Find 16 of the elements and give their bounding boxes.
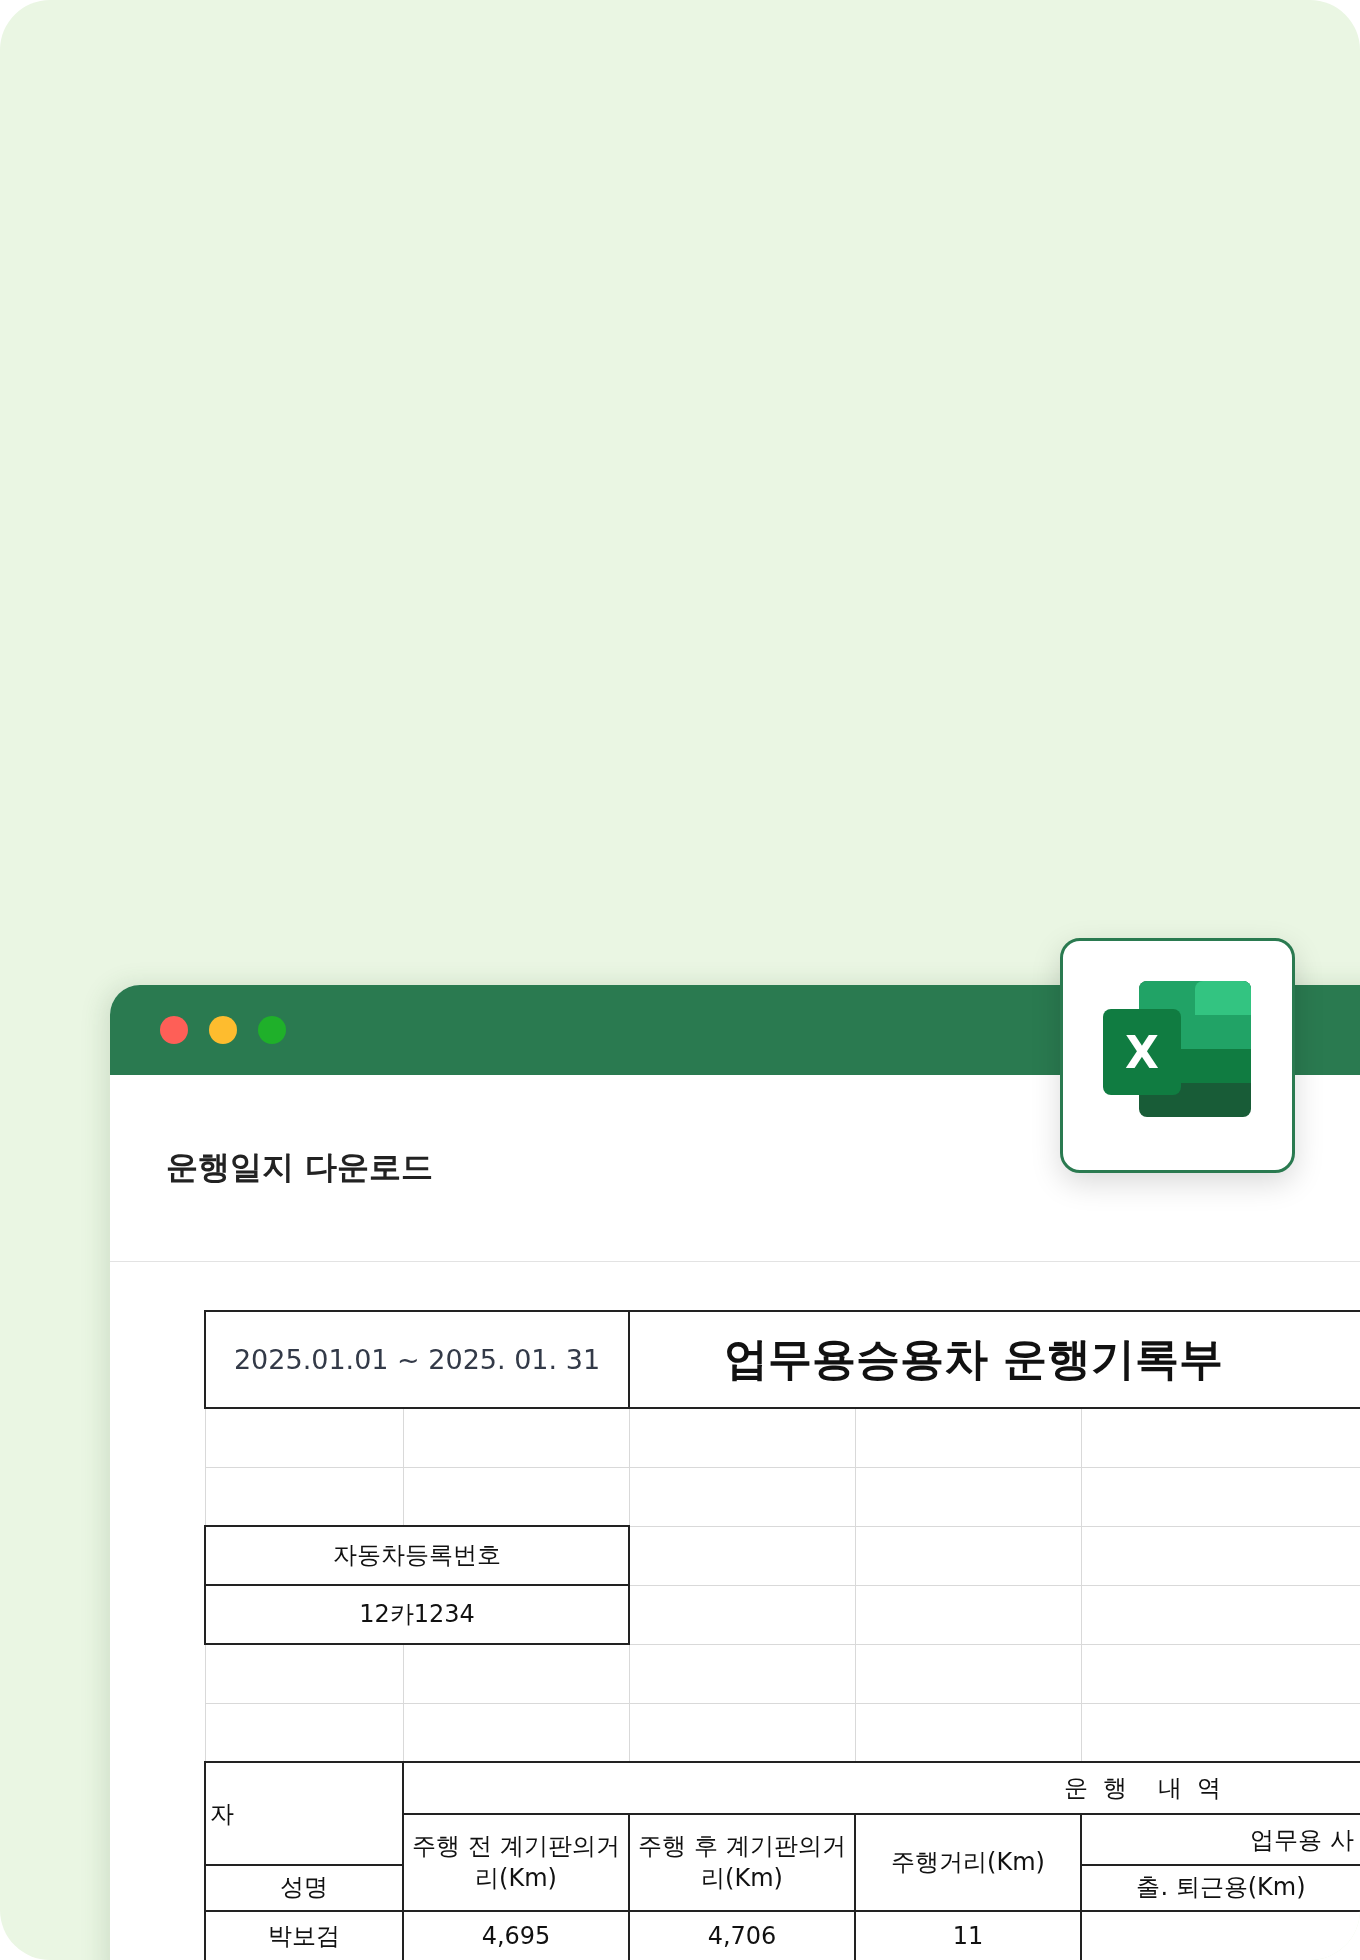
table-header-cell: 주행 후 계기판의거리(Km)	[629, 1814, 855, 1911]
spreadsheet-app-icon: X	[1060, 938, 1295, 1173]
window-title: 운행일지 다운로드	[166, 1147, 434, 1188]
table-header-cell: 주행 전 계기판의거리(Km)	[403, 1814, 629, 1911]
minimize-button[interactable]	[209, 1016, 237, 1044]
sheet-title: 업무용승용차 운행기록부	[629, 1311, 1360, 1408]
table-cell: 자동차등록번호	[205, 1526, 629, 1585]
table-header-cell: 자	[205, 1762, 403, 1865]
table-cell: 12카1234	[205, 1585, 629, 1644]
period-cell: 2025.01.01 ~ 2025. 01. 31	[205, 1311, 629, 1408]
table-header-cell: 운 행 내 역	[403, 1762, 1360, 1814]
table-cell: 박보검	[205, 1911, 403, 1960]
close-button[interactable]	[160, 1016, 188, 1044]
table-header-cell: 주행거리(Km)	[855, 1814, 1081, 1911]
table-header-cell: 성명	[205, 1865, 403, 1911]
zoom-button[interactable]	[258, 1016, 286, 1044]
